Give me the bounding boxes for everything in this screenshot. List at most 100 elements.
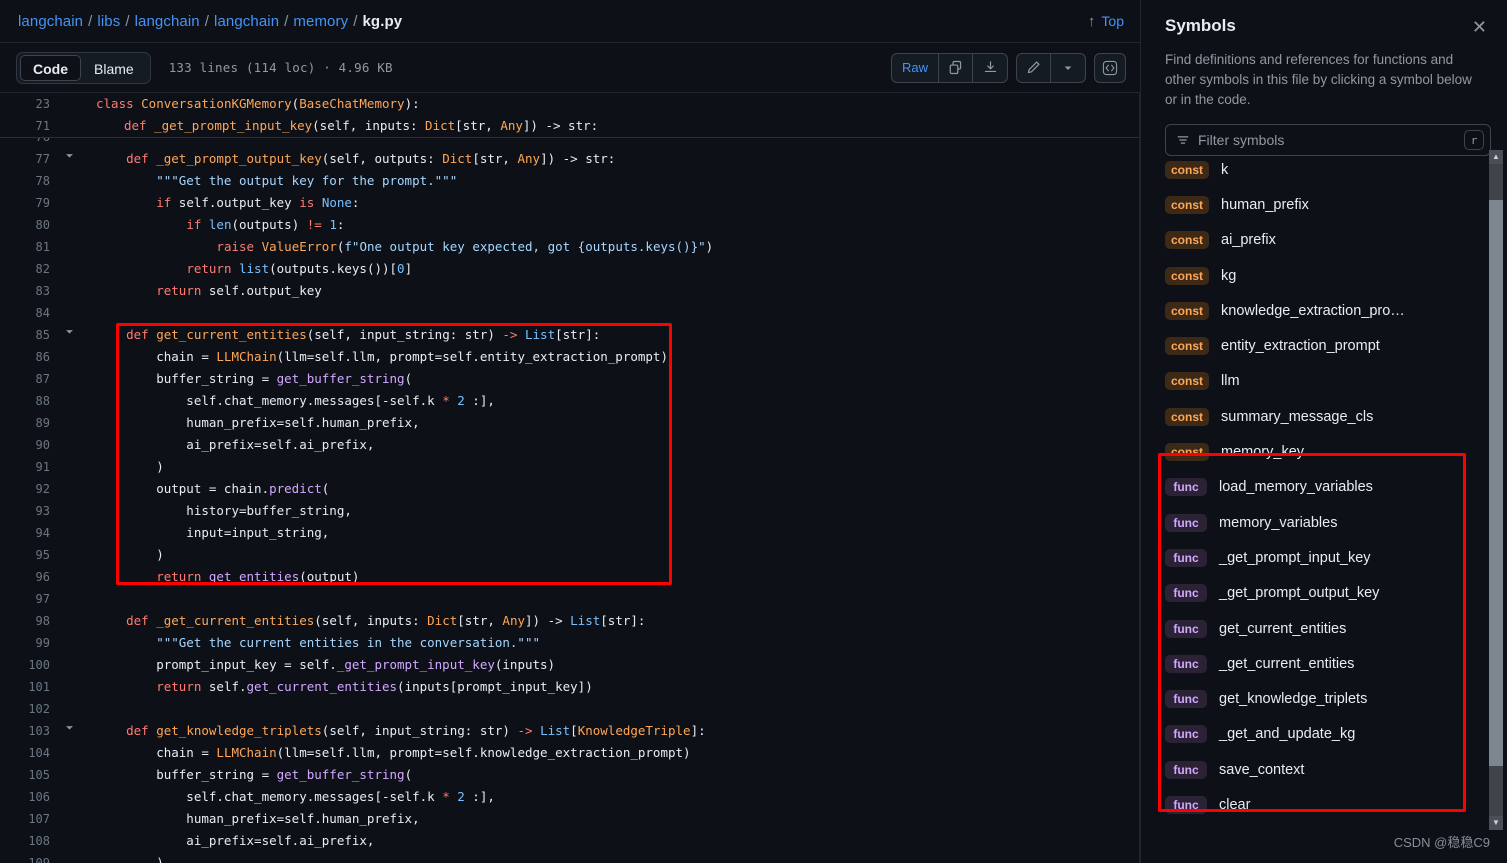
line-number[interactable]: 79 xyxy=(0,192,58,214)
symbol-list-item[interactable]: const k xyxy=(1165,152,1507,187)
line-number[interactable]: 103 xyxy=(0,720,58,742)
code-token: ConversationKGMemory xyxy=(141,96,292,111)
line-number[interactable]: 92 xyxy=(0,478,58,500)
line-number[interactable]: 97 xyxy=(0,588,58,610)
code-line: 99 """Get the current entities in the co… xyxy=(0,632,1139,654)
chevron-down-icon[interactable] xyxy=(1051,54,1085,82)
tab-code[interactable]: Code xyxy=(20,54,81,81)
code-token: get_entities xyxy=(208,569,300,584)
symbol-list-item[interactable]: const memory_key xyxy=(1165,434,1507,469)
code-line: 81 raise ValueError(f"One output key exp… xyxy=(0,236,1139,258)
breadcrumb-item-3[interactable]: langchain xyxy=(214,13,279,30)
line-number[interactable]: 98 xyxy=(0,610,58,632)
symbol-list-item[interactable]: func _get_prompt_output_key xyxy=(1165,576,1507,611)
symbol-list-item[interactable]: func clear xyxy=(1165,787,1507,822)
line-number[interactable]: 93 xyxy=(0,500,58,522)
symbol-list-item[interactable]: func _get_current_entities xyxy=(1165,646,1507,681)
symbol-list-item[interactable]: func save_context xyxy=(1165,752,1507,787)
code-viewer[interactable]: 23 class ConversationKGMemory(BaseChatMem… xyxy=(0,93,1140,863)
scrollbar-up-arrow[interactable]: ▲ xyxy=(1489,150,1503,164)
line-number[interactable]: 106 xyxy=(0,786,58,808)
symbol-list-item[interactable]: const llm xyxy=(1165,364,1507,399)
line-number[interactable]: 95 xyxy=(0,544,58,566)
scrollbar-down-arrow[interactable]: ▼ xyxy=(1489,816,1503,830)
line-number[interactable]: 85 xyxy=(0,324,58,346)
line-number[interactable]: 99 xyxy=(0,632,58,654)
search-input[interactable] xyxy=(1198,132,1456,148)
symbol-list-item[interactable]: func _get_and_update_kg xyxy=(1165,717,1507,752)
code-line: 83 return self.output_key xyxy=(0,280,1139,302)
line-number[interactable]: 108 xyxy=(0,830,58,852)
tab-blame[interactable]: Blame xyxy=(81,55,147,81)
line-number[interactable]: 80 xyxy=(0,214,58,236)
download-icon[interactable] xyxy=(973,54,1007,82)
line-number[interactable]: 76 xyxy=(0,138,58,148)
symbol-name: human_prefix xyxy=(1221,196,1309,213)
code-line: 79 if self.output_key is None: xyxy=(0,192,1139,214)
symbol-list-item[interactable]: func _get_prompt_input_key xyxy=(1165,540,1507,575)
chevron-down-icon[interactable] xyxy=(58,324,80,346)
line-number[interactable]: 94 xyxy=(0,522,58,544)
line-number[interactable]: 109 xyxy=(0,852,58,863)
line-number[interactable]: 89 xyxy=(0,412,58,434)
line-number[interactable]: 87 xyxy=(0,368,58,390)
breadcrumb-item-4[interactable]: memory xyxy=(293,13,348,30)
symbol-list-item[interactable]: const kg xyxy=(1165,258,1507,293)
symbol-kind-badge: func xyxy=(1165,478,1207,497)
line-number[interactable]: 105 xyxy=(0,764,58,786)
scroll-to-top-link[interactable]: ↑ Top xyxy=(1088,13,1124,29)
raw-button[interactable]: Raw xyxy=(892,53,939,82)
breadcrumb-item-2[interactable]: langchain xyxy=(135,13,200,30)
line-number[interactable]: 96 xyxy=(0,566,58,588)
line-number[interactable]: 90 xyxy=(0,434,58,456)
line-number[interactable]: 84 xyxy=(0,302,58,324)
chevron-down-icon[interactable] xyxy=(58,720,80,742)
line-number[interactable]: 78 xyxy=(0,170,58,192)
code-token: return xyxy=(186,261,232,276)
code-token: [ xyxy=(570,723,578,738)
code-token: list xyxy=(239,261,270,276)
code-line: 102 xyxy=(0,698,1139,720)
symbol-list-item[interactable]: func load_memory_variables xyxy=(1165,470,1507,505)
line-number[interactable]: 88 xyxy=(0,390,58,412)
chevron-down-icon[interactable] xyxy=(58,148,80,170)
line-number[interactable]: 71 xyxy=(0,115,58,137)
symbol-list-item[interactable]: const entity_extraction_prompt xyxy=(1165,328,1507,363)
line-number[interactable]: 82 xyxy=(0,258,58,280)
line-number[interactable]: 100 xyxy=(0,654,58,676)
symbols-list[interactable]: const k const human_prefix const ai_prefix con… xyxy=(1141,152,1507,863)
line-number[interactable]: 101 xyxy=(0,676,58,698)
code-token: (self, input_string: str) xyxy=(321,723,518,738)
code-token: (inputs[prompt_input_key]) xyxy=(397,679,593,694)
scrollbar-thumb[interactable] xyxy=(1489,200,1503,766)
symbol-list-item[interactable]: const ai_prefix xyxy=(1165,223,1507,258)
line-number[interactable]: 23 xyxy=(0,93,58,115)
code-token: def xyxy=(96,613,157,628)
line-number[interactable]: 91 xyxy=(0,456,58,478)
code-token: return xyxy=(156,569,202,584)
line-number[interactable]: 102 xyxy=(0,698,58,720)
code-token: (self, outputs: xyxy=(321,151,443,166)
symbol-list-item[interactable]: const knowledge_extraction_pro… xyxy=(1165,293,1507,328)
line-number[interactable]: 81 xyxy=(0,236,58,258)
close-icon[interactable]: ✕ xyxy=(1468,16,1491,38)
line-number[interactable]: 104 xyxy=(0,742,58,764)
pencil-icon[interactable] xyxy=(1017,53,1051,82)
symbol-list-item[interactable]: func get_current_entities xyxy=(1165,611,1507,646)
breadcrumb-item-0[interactable]: langchain xyxy=(18,13,83,30)
symbol-list-item[interactable]: const human_prefix xyxy=(1165,187,1507,222)
line-number[interactable]: 86 xyxy=(0,346,58,368)
line-number[interactable]: 83 xyxy=(0,280,58,302)
symbol-list-item[interactable]: const summary_message_cls xyxy=(1165,399,1507,434)
angle-brackets-icon[interactable] xyxy=(1094,52,1126,83)
symbols-scrollbar[interactable]: ▲ ▼ xyxy=(1489,150,1503,830)
symbol-list-item[interactable]: func get_knowledge_triplets xyxy=(1165,681,1507,716)
breadcrumb-item-1[interactable]: libs xyxy=(97,13,120,30)
line-number[interactable]: 107 xyxy=(0,808,58,830)
symbol-list-item[interactable]: func memory_variables xyxy=(1165,505,1507,540)
code-line-source: self.chat_memory.messages[-self.k * 2 :]… xyxy=(88,786,1139,808)
line-number[interactable]: 77 xyxy=(0,148,58,170)
copy-icon[interactable] xyxy=(939,53,973,82)
